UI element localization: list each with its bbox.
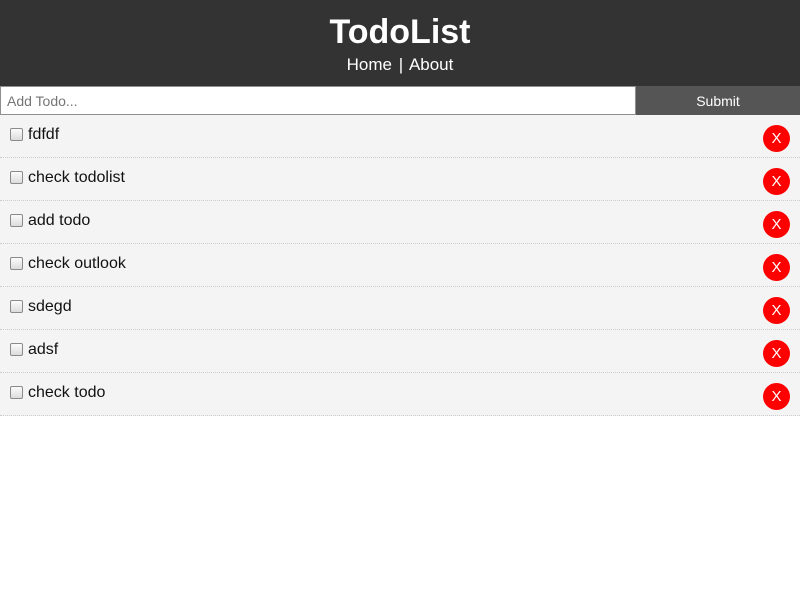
delete-todo-button[interactable]: X: [763, 168, 790, 195]
todo-title: adsf: [28, 341, 59, 358]
todo-title: check todo: [28, 384, 106, 401]
todo-checkbox[interactable]: [10, 257, 23, 270]
delete-todo-button[interactable]: X: [763, 340, 790, 367]
todo-item: check todolist X: [0, 158, 800, 201]
nav-home-link[interactable]: Home: [347, 55, 392, 74]
add-todo-input[interactable]: [0, 86, 636, 115]
delete-todo-button[interactable]: X: [763, 383, 790, 410]
delete-todo-button[interactable]: X: [763, 125, 790, 152]
todo-title: check outlook: [28, 255, 126, 272]
todo-checkbox[interactable]: [10, 171, 23, 184]
todo-item: add todo X: [0, 201, 800, 244]
add-todo-form: Submit: [0, 86, 800, 115]
todo-title: fdfdf: [28, 126, 60, 143]
todo-checkbox[interactable]: [10, 386, 23, 399]
main-nav: Home | About: [0, 53, 800, 77]
todo-title: sdegd: [28, 298, 72, 315]
nav-about-link[interactable]: About: [409, 55, 453, 74]
todo-title: check todolist: [28, 169, 125, 186]
delete-todo-button[interactable]: X: [763, 254, 790, 281]
todo-item: sdegd X: [0, 287, 800, 330]
todo-checkbox[interactable]: [10, 128, 23, 141]
todo-item: check outlook X: [0, 244, 800, 287]
todo-item: fdfdf X: [0, 115, 800, 158]
submit-button[interactable]: Submit: [636, 86, 800, 115]
nav-separator: |: [398, 55, 404, 74]
delete-todo-button[interactable]: X: [763, 211, 790, 238]
delete-todo-button[interactable]: X: [763, 297, 790, 324]
todo-checkbox[interactable]: [10, 343, 23, 356]
todo-item: adsf X: [0, 330, 800, 373]
app-header: TodoList Home | About: [0, 0, 800, 86]
todo-checkbox[interactable]: [10, 214, 23, 227]
todo-list: fdfdf X check todolist X add todo X chec…: [0, 115, 800, 416]
todo-checkbox[interactable]: [10, 300, 23, 313]
todo-item: check todo X: [0, 373, 800, 416]
app-title: TodoList: [329, 13, 471, 51]
todo-title: add todo: [28, 212, 91, 229]
